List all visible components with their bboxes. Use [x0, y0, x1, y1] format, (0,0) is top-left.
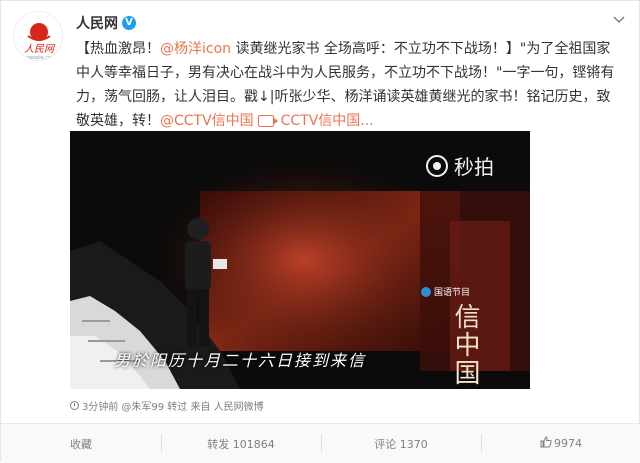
- mention-yangyang-link[interactable]: @杨洋icon: [160, 41, 231, 57]
- video-player[interactable]: 秒拍 国语节目 信中国 男於阳历十月二十六日接到来信: [70, 131, 530, 389]
- verified-badge: V: [122, 16, 136, 30]
- post-text: 【热血激昂！@杨洋icon 读黄继光家书 全场高呼：不立功不下战场！】"为了全祖…: [76, 37, 616, 133]
- miaopai-logo-icon: [426, 154, 448, 177]
- thumbs-up-icon: [540, 436, 552, 451]
- post-time[interactable]: 3分钟前: [82, 398, 118, 413]
- favorite-label: 收藏: [70, 437, 92, 451]
- account-name[interactable]: 人民网: [76, 13, 118, 33]
- video-watermark-text: 秒拍: [454, 155, 494, 179]
- chevron-down-icon[interactable]: [613, 13, 625, 27]
- video-link[interactable]: CCTV信中国...: [258, 113, 374, 129]
- action-bar: 收藏 转发 101864 评论 1370 9974: [1, 423, 640, 463]
- video-link-label: CCTV信中国...: [280, 113, 374, 129]
- avatar-logo-subtext: people.cn: [27, 55, 51, 61]
- show-calligraphy-title: 信中国: [450, 303, 480, 387]
- post-via: @朱军99 转过 来自 人民网微博: [121, 402, 264, 413]
- account-header: 人民网 V: [76, 13, 136, 33]
- avatar-logo-text: 人民网: [24, 43, 56, 55]
- post-meta: 3分钟前 @朱军99 转过 来自 人民网微博: [70, 398, 264, 413]
- avatar[interactable]: 人民网 people.cn: [13, 11, 63, 61]
- video-subtitle: 男於阳历十月二十六日接到来信: [114, 351, 367, 370]
- repost-label: 转发 101864: [207, 437, 275, 451]
- mention-cctv-link[interactable]: @CCTV信中国: [160, 113, 254, 129]
- comment-button[interactable]: 评论 1370: [321, 424, 481, 463]
- video-link-icon: [258, 115, 279, 127]
- people-daily-logo: 人民网 people.cn: [24, 23, 56, 61]
- like-count: 9974: [554, 437, 582, 450]
- video-watermark: 秒拍: [426, 151, 494, 180]
- post-text-part1: 【热血激昂！: [76, 41, 160, 57]
- channel-logo: 国语节目: [420, 285, 470, 298]
- like-button[interactable]: 9974: [481, 424, 640, 463]
- favorite-button[interactable]: 收藏: [1, 424, 161, 463]
- weibo-card: 人民网 people.cn 人民网 V 【热血激昂！@杨洋icon 读黄继光家书…: [0, 0, 640, 463]
- clock-icon: [70, 401, 79, 410]
- comment-label: 评论 1370: [374, 437, 428, 451]
- repost-button[interactable]: 转发 101864: [161, 424, 321, 463]
- channel-logo-icon: [420, 286, 431, 297]
- channel-logo-label: 国语节目: [433, 288, 470, 298]
